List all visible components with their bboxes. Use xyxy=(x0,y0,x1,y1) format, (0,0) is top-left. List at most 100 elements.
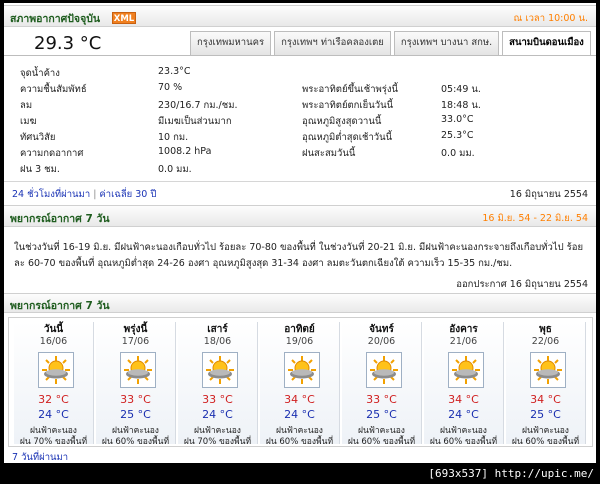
partly-cloudy-sun-icon xyxy=(202,352,238,388)
partly-cloudy-sun-icon xyxy=(448,352,484,388)
text-forecast-title: พยากรณ์อากาศ 7 วัน xyxy=(10,213,110,225)
stat-label: ทัศนวิสัย xyxy=(20,132,56,143)
temp-high: 33 °C xyxy=(202,393,233,406)
stat-value: 25.3°C xyxy=(441,130,474,141)
partly-cloudy-sun-icon xyxy=(120,352,156,388)
link-past-24h[interactable]: 24 ชั่วโมงที่ผ่านมา xyxy=(12,189,90,200)
temp-low: 24 °C xyxy=(38,408,69,421)
stat-value: 0.0 มม. xyxy=(158,164,192,175)
temp-low: 25 °C xyxy=(530,408,561,421)
stat-label: ความกดอากาศ xyxy=(20,148,84,159)
stat-value: 0.0 มม. xyxy=(441,148,475,159)
divider xyxy=(4,181,596,182)
current-weather-header: สภาพอากาศปัจจุบัน XML ณ เวลา 10:00 น. xyxy=(4,5,596,27)
stat-label: อุณหภูมิต่ำสุดเช้าวันนี้ xyxy=(302,132,393,143)
day-date: 18/06 xyxy=(203,336,232,347)
rain-chance: ฝน 60% ของพื้นที่ xyxy=(511,437,580,447)
tab-divider xyxy=(4,55,596,56)
tab-bang-na[interactable]: กรุงเทพฯ บางนา สกษ. xyxy=(393,31,500,55)
stat-value: 1008.2 hPa xyxy=(158,146,212,157)
stat-value: 23.3°C xyxy=(158,66,191,77)
forecast-day-6: พุธ 22/06 34 °C 25 °C ฝนฟ้าคะนอง ฝน 60% ของพื… xyxy=(506,322,586,447)
weather-page: สภาพอากาศปัจจุบัน XML ณ เวลา 10:00 น. 29… xyxy=(4,3,596,463)
rain-chance: ฝน 60% ของพื้นที่ xyxy=(101,437,170,447)
link-30yr-average[interactable]: ค่าเฉลี่ย 30 ปี xyxy=(99,189,156,200)
watermark: [693x537] http://upic.me/ xyxy=(428,467,594,480)
day-name: อังคาร xyxy=(449,324,478,335)
temp-high: 32 °C xyxy=(38,393,69,406)
day-date: 17/06 xyxy=(121,336,150,347)
partly-cloudy-sun-icon xyxy=(366,352,402,388)
forecast-day-2: เสาร์ 18/06 33 °C 24 °C ฝนฟ้าคะนอง ฝน 70% ของ… xyxy=(178,322,258,447)
history-links: 24 ชั่วโมงที่ผ่านมา | ค่าเฉลี่ย 30 ปี xyxy=(12,187,156,202)
forecast-day-1: พรุ่งนี้ 17/06 33 °C 25 °C ฝนฟ้าคะนอง ฝน 60% … xyxy=(96,322,176,447)
temp-low: 24 °C xyxy=(448,408,479,421)
stat-label: อุณหภูมิสูงสุดวานนี้ xyxy=(302,116,382,127)
partly-cloudy-sun-icon xyxy=(284,352,320,388)
tab-bangkok[interactable]: กรุงเทพมหานคร xyxy=(190,31,272,55)
current-temperature: 29.3 °C xyxy=(34,33,102,54)
stat-value: 18:48 น. xyxy=(441,100,481,111)
rain-chance: ฝน 60% ของพื้นที่ xyxy=(347,437,416,447)
stat-value: 05:49 น. xyxy=(441,84,481,95)
xml-badge[interactable]: XML xyxy=(112,12,136,24)
daily-forecast-grid: วันนี้ 16/06 32 °C 24 °C ฝนฟ้าคะนอง ฝน 70% ขอ… xyxy=(8,317,593,447)
stat-value: 70 % xyxy=(158,82,183,93)
partly-cloudy-sun-icon xyxy=(530,352,566,388)
day-date: 16/06 xyxy=(39,336,68,347)
stat-label: พระอาทิตย์ตกเย็นวันนี้ xyxy=(302,100,394,111)
daily-forecast-header: พยากรณ์อากาศ 7 วัน xyxy=(4,293,596,313)
text-forecast-header: พยากรณ์อากาศ 7 วัน 16 มิ.ย. 54 - 22 มิ.ย… xyxy=(4,205,596,227)
day-date: 22/06 xyxy=(531,336,560,347)
stat-label: ฝนสะสมวันนี้ xyxy=(302,148,356,159)
day-name: พุธ xyxy=(539,324,552,335)
stat-label: ลม xyxy=(20,100,33,111)
day-date: 21/06 xyxy=(449,336,478,347)
stat-label: ความชื้นสัมพัทธ์ xyxy=(20,84,87,95)
forecast-range: 16 มิ.ย. 54 - 22 มิ.ย. 54 xyxy=(482,213,588,224)
day-name: เสาร์ xyxy=(207,324,228,335)
forecast-day-0: วันนี้ 16/06 32 °C 24 °C ฝนฟ้าคะนอง ฝน 70% ขอ… xyxy=(14,322,94,447)
temp-low: 25 °C xyxy=(120,408,151,421)
station-tabs: กรุงเทพมหานคร กรุงเทพฯ ท่าเรือคลองเตย กร… xyxy=(190,31,594,56)
temp-low: 24 °C xyxy=(202,408,233,421)
temp-high: 33 °C xyxy=(366,393,397,406)
stat-value: 33.0°C xyxy=(441,114,474,125)
stat-label: จุดน้ำค้าง xyxy=(20,68,60,79)
rain-chance: ฝน 60% ของพื้นที่ xyxy=(265,437,334,447)
observation-time: ณ เวลา 10:00 น. xyxy=(513,13,588,24)
tab-khlong-toei-port[interactable]: กรุงเทพฯ ท่าเรือคลองเตย xyxy=(274,31,391,55)
temp-high: 34 °C xyxy=(448,393,479,406)
stat-value: 230/16.7 กม./ชม. xyxy=(158,100,238,111)
forecast-paragraph: ในช่วงวันที่ 16-19 มิ.ย. มีฝนฟ้าคะนองเกื… xyxy=(14,242,584,269)
current-date: 16 มิถุนายน 2554 xyxy=(509,189,588,200)
day-name: จันทร์ xyxy=(369,324,394,335)
issued-date: ออกประกาศ 16 มิถุนายน 2554 xyxy=(456,279,588,290)
day-name: อาทิตย์ xyxy=(284,324,315,335)
stat-value: มีเมฆเป็นส่วนมาก xyxy=(158,116,232,127)
day-name: พรุ่งนี้ xyxy=(123,324,148,335)
day-date: 19/06 xyxy=(285,336,314,347)
forecast-day-3: อาทิตย์ 19/06 34 °C 24 °C ฝนฟ้าคะนอง ฝน 60% ข… xyxy=(260,322,340,447)
rain-chance: ฝน 70% ของพื้นที่ xyxy=(183,437,252,447)
rain-chance: ฝน 60% ของพื้นที่ xyxy=(429,437,498,447)
stat-label: ฝน 3 ชม. xyxy=(20,164,60,175)
partly-cloudy-sun-icon xyxy=(38,352,74,388)
stat-label: พระอาทิตย์ขึ้นเช้าพรุ่งนี้ xyxy=(302,84,399,95)
rain-chance: ฝน 70% ของพื้นที่ xyxy=(19,437,88,447)
link-past-7-days[interactable]: 7 วันที่ผ่านมา xyxy=(12,450,68,463)
daily-forecast-title: พยากรณ์อากาศ 7 วัน xyxy=(10,300,110,312)
stat-value: 10 กม. xyxy=(158,132,189,143)
current-weather-title: สภาพอากาศปัจจุบัน xyxy=(10,13,101,25)
day-date: 20/06 xyxy=(367,336,396,347)
forecast-day-5: อังคาร 21/06 34 °C 24 °C ฝนฟ้าคะนอง ฝน 60% ขอ… xyxy=(424,322,504,447)
tab-don-mueang-airport[interactable]: สนามบินดอนเมือง xyxy=(502,31,591,56)
temp-high: 34 °C xyxy=(284,393,315,406)
stat-label: เมฆ xyxy=(20,116,37,127)
forecast-day-4: จันทร์ 20/06 33 °C 25 °C ฝนฟ้าคะนอง ฝน 60% ขอ… xyxy=(342,322,422,447)
temp-low: 24 °C xyxy=(284,408,315,421)
temp-low: 25 °C xyxy=(366,408,397,421)
day-name: วันนี้ xyxy=(43,324,64,335)
temp-high: 34 °C xyxy=(530,393,561,406)
temp-high: 33 °C xyxy=(120,393,151,406)
